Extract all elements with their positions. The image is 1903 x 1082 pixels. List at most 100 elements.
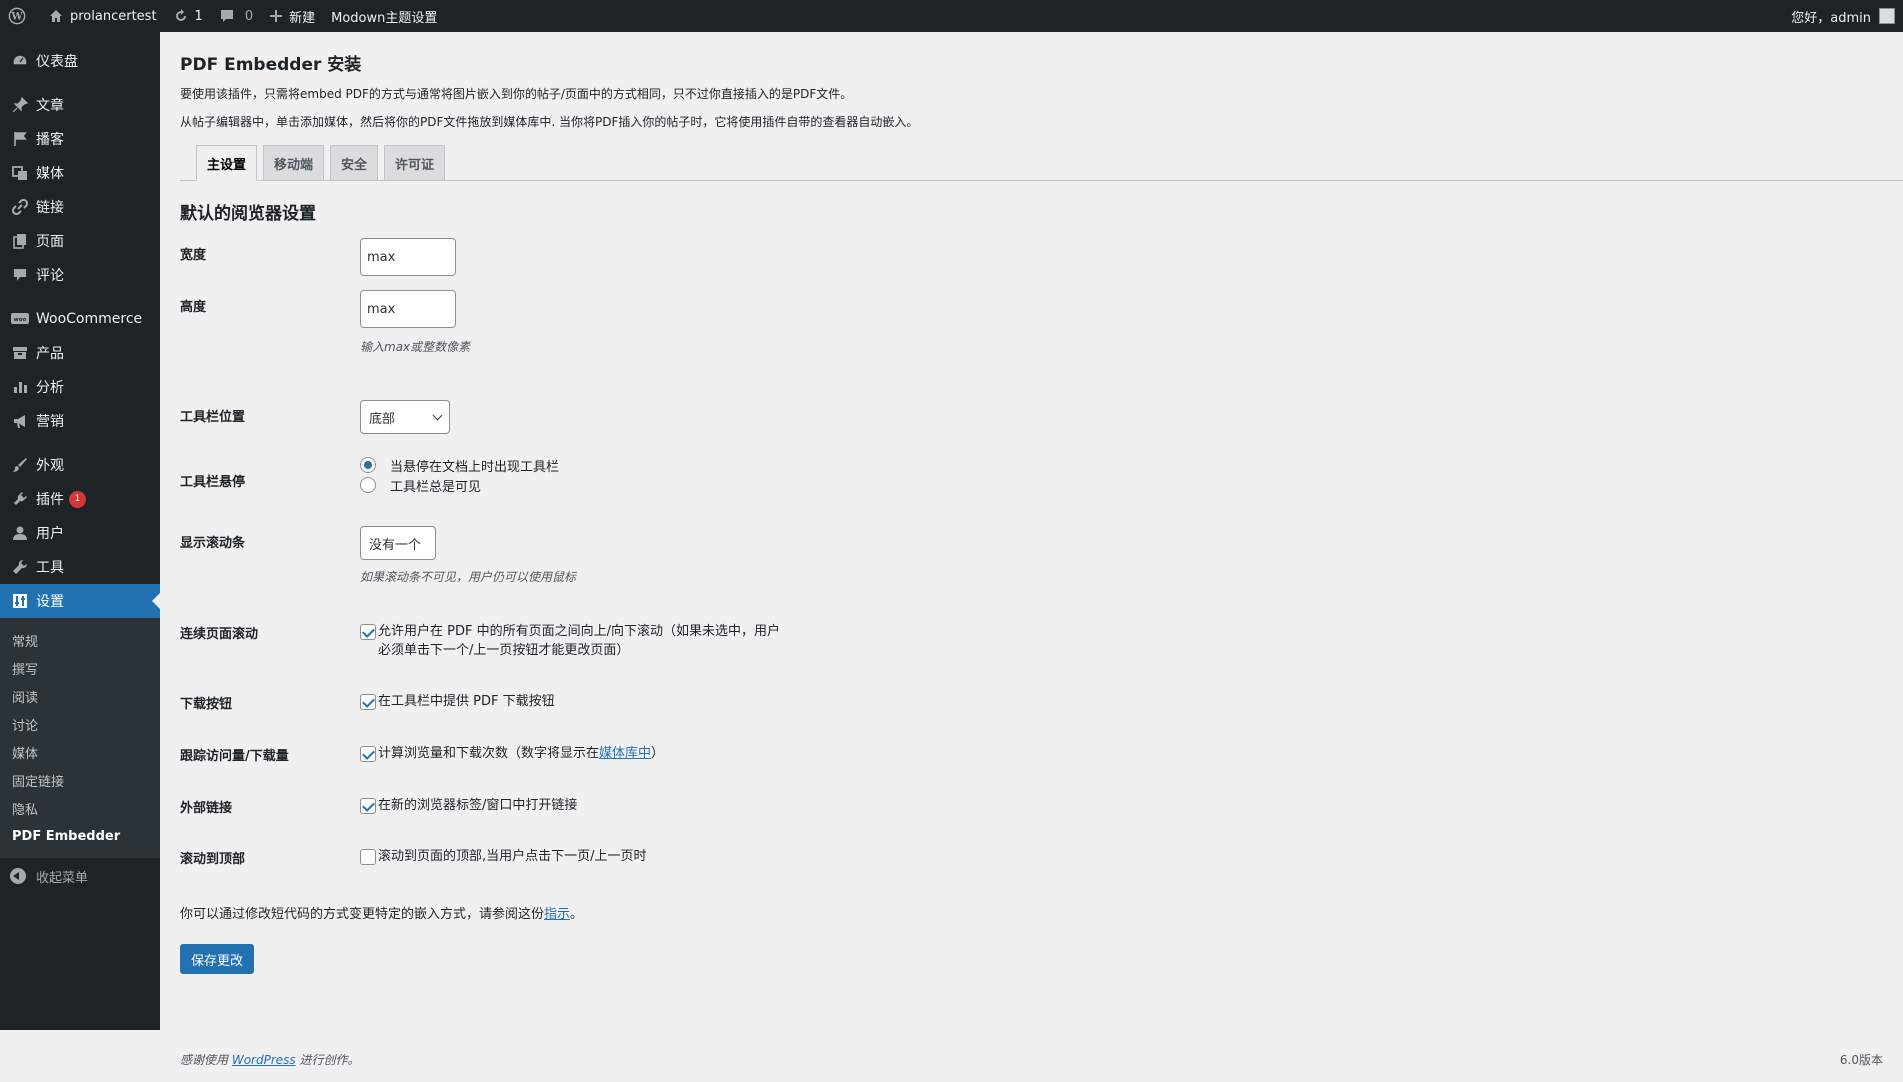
download-label: 下载按钮 <box>180 697 233 712</box>
wordpress-link[interactable]: WordPress <box>232 1053 296 1067</box>
submenu-permalinks[interactable]: 固定链接 <box>0 766 160 794</box>
settings-submenu: 常规 撰写 阅读 讨论 媒体 固定链接 隐私 PDF Embedder <box>0 618 160 858</box>
wordpress-icon: W <box>8 7 26 25</box>
footer-thanks-suffix: 进行创作。 <box>299 1053 360 1067</box>
toolbar-position-select[interactable]: 底部 <box>360 400 450 434</box>
radio-hover-label: 当悬停在文档上时出现工具栏 <box>390 459 560 475</box>
scroll-top-option[interactable]: 滚动到页面的顶部,当用户点击下一页/上一页时 <box>360 848 647 867</box>
sidebar-item-label: 分析 <box>36 380 64 396</box>
theme-settings-label: Modown主题设置 <box>331 10 438 26</box>
chevron-down-icon <box>432 410 443 420</box>
size-hint: 输入max或整数像素 <box>360 340 471 354</box>
width-label: 宽度 <box>180 248 207 263</box>
user-icon <box>10 525 30 541</box>
wp-logo-button[interactable]: W <box>0 0 40 32</box>
updates-count: 1 <box>194 8 203 24</box>
submenu-pdf-embedder[interactable]: PDF Embedder <box>0 822 160 850</box>
tracking-option[interactable]: 计算浏览量和下载次数（数字将显示在媒体库中） <box>360 745 664 764</box>
sidebar-item-settings[interactable]: 设置 <box>0 584 160 618</box>
new-content-link[interactable]: 新建 <box>261 0 323 32</box>
updates-link[interactable]: 1 <box>165 0 211 32</box>
sidebar-item-dashboard[interactable]: 仪表盘 <box>0 44 160 78</box>
toolbar-hover-option-2[interactable]: 工具栏总是可见 <box>360 475 559 495</box>
refresh-icon <box>173 8 189 24</box>
download-option[interactable]: 在工具栏中提供 PDF 下载按钮 <box>360 693 555 712</box>
tab-main-settings[interactable]: 主设置 <box>196 145 258 181</box>
external-option[interactable]: 在新的浏览器标签/窗口中打开链接 <box>360 797 577 816</box>
tracking-checkbox[interactable] <box>360 746 376 762</box>
footer-thanks-prefix: 感谢使用 <box>180 1053 229 1067</box>
external-checkbox[interactable] <box>360 798 376 814</box>
dashboard-icon <box>10 53 30 69</box>
tab-mobile[interactable]: 移动端 <box>263 145 325 180</box>
sidebar-item-label: 外观 <box>36 458 64 474</box>
intro-paragraph-2: 从帖子编辑器中，单击添加媒体，然后将你的PDF文件拖放到媒体库中. 当你将PDF… <box>180 115 919 129</box>
sidebar-item-posts[interactable]: 文章 <box>0 88 160 122</box>
scroll-top-text: 滚动到页面的顶部,当用户点击下一页/上一页时 <box>378 849 647 864</box>
instructions-link[interactable]: 指示 <box>544 907 570 922</box>
plugin-icon <box>10 491 30 507</box>
radio-hover[interactable] <box>360 457 376 473</box>
sidebar-item-tools[interactable]: 工具 <box>0 550 160 584</box>
link-icon <box>10 199 30 215</box>
collapse-icon <box>10 868 26 884</box>
radio-always-label: 工具栏总是可见 <box>390 479 482 495</box>
wrench-icon <box>10 559 30 575</box>
sidebar-item-media[interactable]: 媒体 <box>0 156 160 190</box>
comment-icon <box>10 267 30 283</box>
sidebar-item-label: 营销 <box>36 414 64 430</box>
sidebar-item-label: 媒体 <box>36 166 64 182</box>
tab-security[interactable]: 安全 <box>330 145 379 180</box>
sidebar-item-podcast[interactable]: 播客 <box>0 122 160 156</box>
admin-sidebar: 仪表盘 文章 播客 媒体 链接 页面 评论 woo WooCommerce 产品… <box>0 32 160 1030</box>
tab-license[interactable]: 许可证 <box>384 145 446 180</box>
external-label: 外部链接 <box>180 801 233 816</box>
sidebar-item-label: 仪表盘 <box>36 54 78 70</box>
shortcode-text: 你可以通过修改短代码的方式变更特定的嵌入方式，请参阅这份 <box>180 907 545 922</box>
sidebar-item-marketing[interactable]: 营销 <box>0 404 160 438</box>
sidebar-item-products[interactable]: 产品 <box>0 336 160 370</box>
radio-always[interactable] <box>360 477 376 493</box>
download-checkbox[interactable] <box>360 694 376 710</box>
admin-bar: W prolancertest 1 0 新建 Modown主题设置 您好，adm… <box>0 0 1903 32</box>
theme-settings-link[interactable]: Modown主题设置 <box>323 0 445 32</box>
toolbar-hover-option-1[interactable]: 当悬停在文档上时出现工具栏 <box>360 455 559 475</box>
continuous-checkbox[interactable] <box>360 624 376 640</box>
site-name-link[interactable]: prolancertest <box>40 0 165 32</box>
media-library-link[interactable]: 媒体库中 <box>599 746 651 761</box>
height-input[interactable]: max <box>360 290 456 328</box>
sidebar-item-comments[interactable]: 评论 <box>0 258 160 292</box>
submenu-writing[interactable]: 撰写 <box>0 654 160 682</box>
sidebar-item-label: 产品 <box>36 346 64 362</box>
sidebar-item-pages[interactable]: 页面 <box>0 224 160 258</box>
home-icon <box>48 8 64 24</box>
sidebar-item-users[interactable]: 用户 <box>0 516 160 550</box>
woo-icon: woo <box>10 312 30 326</box>
flag-icon <box>10 131 30 147</box>
toolbar-position-value: 底部 <box>369 411 396 427</box>
settings-icon <box>10 593 30 609</box>
sidebar-item-plugins[interactable]: 插件 1 <box>0 482 160 516</box>
save-changes-button[interactable]: 保存更改 <box>180 944 255 974</box>
shortcode-note: 你可以通过修改短代码的方式变更特定的嵌入方式，请参阅这份指示。 <box>180 903 1080 922</box>
footer-version: 6.0版本 <box>1839 1053 1883 1067</box>
scrollbar-select[interactable]: 没有一个 <box>360 526 436 560</box>
sidebar-item-links[interactable]: 链接 <box>0 190 160 224</box>
collapse-menu-button[interactable]: 收起菜单 <box>0 858 160 894</box>
continuous-option[interactable]: 允许用户在 PDF 中的所有页面之间向上/向下滚动（如果未选中，用户 必须单击下… <box>360 623 780 661</box>
width-input[interactable]: max <box>360 238 456 276</box>
sidebar-item-analytics[interactable]: 分析 <box>0 370 160 404</box>
continuous-text: 允许用户在 PDF 中的所有页面之间向上/向下滚动（如果未选中，用户 必须单击下… <box>378 623 780 661</box>
my-account[interactable]: 您好，admin <box>1791 0 1895 32</box>
scroll-top-checkbox[interactable] <box>360 849 376 865</box>
submenu-general[interactable]: 常规 <box>0 626 160 654</box>
sidebar-item-woocommerce[interactable]: woo WooCommerce <box>0 302 160 336</box>
scrollbar-label: 显示滚动条 <box>180 536 246 551</box>
submenu-privacy[interactable]: 隐私 <box>0 794 160 822</box>
continuous-text-line-1: 允许用户在 PDF 中的所有页面之间向上/向下滚动（如果未选中，用户 <box>378 624 780 639</box>
comments-link[interactable]: 0 <box>211 0 261 32</box>
submenu-media[interactable]: 媒体 <box>0 738 160 766</box>
sidebar-item-appearance[interactable]: 外观 <box>0 448 160 482</box>
submenu-reading[interactable]: 阅读 <box>0 682 160 710</box>
submenu-discussion[interactable]: 讨论 <box>0 710 160 738</box>
